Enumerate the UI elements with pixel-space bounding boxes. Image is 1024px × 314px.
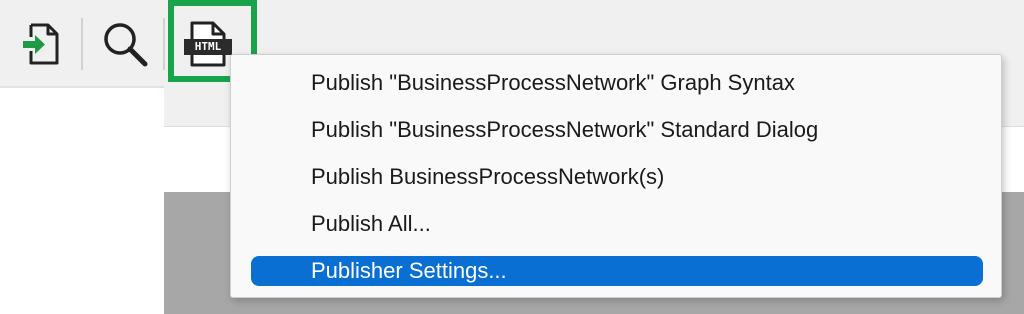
toolbar-separator — [163, 18, 165, 70]
toolbar-divider — [0, 86, 164, 88]
toolbar-separator — [81, 18, 83, 70]
menu-item-publish-all[interactable]: Publish All... — [251, 209, 983, 239]
import-button[interactable] — [18, 22, 64, 70]
menu-item-publish-networks[interactable]: Publish BusinessProcessNetwork(s) — [251, 162, 983, 192]
menu-item-publish-graph-syntax[interactable]: Publish "BusinessProcessNetwork" Graph S… — [251, 68, 983, 98]
menu-item-label: Publish BusinessProcessNetwork(s) — [311, 164, 665, 189]
menu-item-publisher-settings[interactable]: Publisher Settings... — [251, 256, 983, 286]
search-button[interactable] — [98, 20, 152, 72]
menu-item-label: Publish "BusinessProcessNetwork" Standar… — [311, 117, 819, 142]
publish-dropdown-menu: Publish "BusinessProcessNetwork" Graph S… — [230, 54, 1002, 298]
menu-item-label: Publish All... — [311, 211, 431, 236]
menu-item-publish-standard-dialog[interactable]: Publish "BusinessProcessNetwork" Standar… — [251, 115, 983, 145]
search-icon — [100, 19, 150, 74]
menu-item-label: Publisher Settings... — [311, 258, 507, 283]
menu-item-label: Publish "BusinessProcessNetwork" Graph S… — [311, 70, 795, 95]
import-icon — [21, 21, 61, 72]
